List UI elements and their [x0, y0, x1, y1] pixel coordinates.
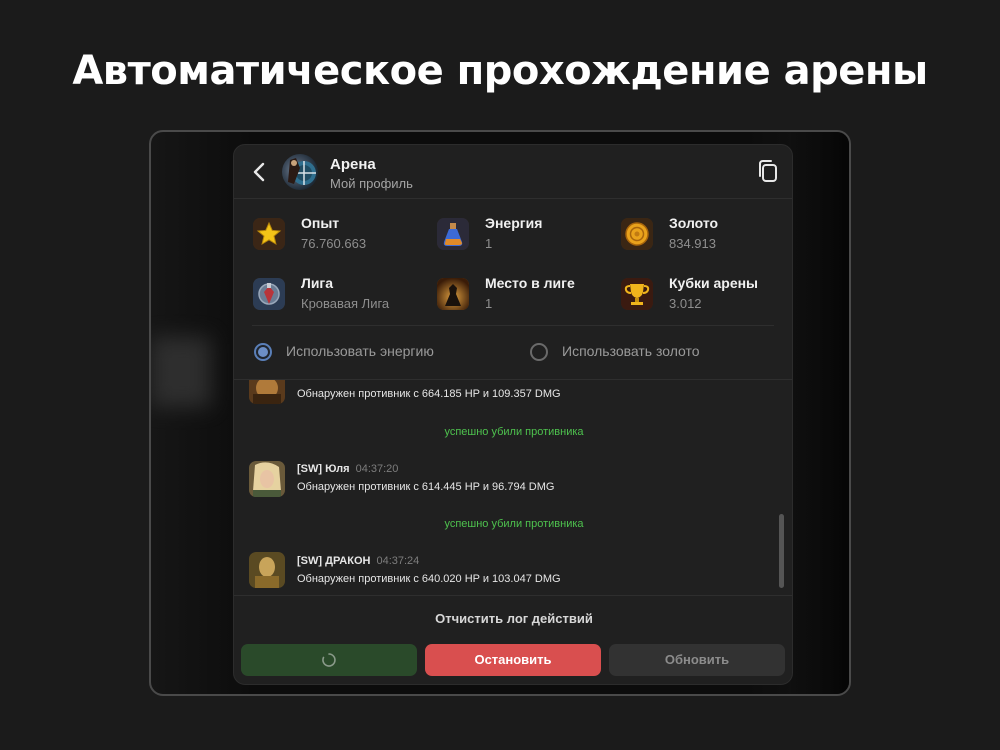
stat-label: Место в лиге — [485, 275, 575, 291]
header-subtitle: Мой профиль — [330, 176, 413, 191]
blurred-background-shade — [789, 132, 849, 694]
log-message: Обнаружен противник с 664.185 HP и 109.3… — [297, 388, 561, 400]
use-energy-label: Использовать энергию — [286, 343, 434, 359]
potion-icon — [437, 218, 469, 250]
stop-button[interactable]: Остановить — [425, 644, 601, 676]
stat-label: Опыт — [301, 215, 340, 231]
stat-value: 834.913 — [669, 236, 716, 251]
league-place-icon — [437, 278, 469, 310]
stat-value: 3.012 — [669, 296, 702, 311]
radio-unselected-icon — [530, 343, 548, 361]
star-icon — [253, 218, 285, 250]
log-author: [SW] ДРАКОН 04:37:24 — [297, 555, 419, 567]
use-energy-option[interactable]: Использовать энергию — [254, 341, 474, 363]
panel-header: Арена Мой профиль — [234, 145, 792, 199]
stat-league: Лига Кровавая Лига — [253, 275, 433, 319]
stat-gold: Золото 834.913 — [621, 215, 792, 259]
arena-avatar — [282, 154, 318, 190]
stat-experience: Опыт 76.760.663 — [253, 215, 433, 259]
clear-log-button[interactable]: Отчистить лог действий — [234, 611, 792, 626]
log-author-name: [SW] ДРАКОН — [297, 555, 371, 567]
stat-label: Лига — [301, 275, 334, 291]
copy-icon[interactable] — [756, 159, 780, 183]
section-divider — [252, 325, 774, 326]
opponent-avatar — [249, 380, 285, 404]
stat-label: Энергия — [485, 215, 543, 231]
stat-label: Золото — [669, 215, 719, 231]
stat-label: Кубки арены — [669, 275, 759, 291]
back-arrow-icon[interactable] — [248, 159, 272, 185]
log-status-success: успешно убили противника — [444, 426, 584, 438]
stat-energy: Энергия 1 — [437, 215, 617, 259]
refresh-button[interactable]: Обновить — [609, 644, 785, 676]
gold-coin-icon — [621, 218, 653, 250]
blurred-background-element — [151, 337, 211, 407]
loading-spinner-icon — [322, 653, 336, 667]
log-status-success: успешно убили противника — [444, 518, 584, 530]
radio-selected-icon — [254, 343, 272, 361]
stat-league-place: Место в лиге 1 — [437, 275, 617, 319]
header-title: Арена — [330, 156, 376, 173]
stat-value: Кровавая Лига — [301, 296, 390, 311]
action-log: Обнаружен противник с 664.185 HP и 109.3… — [234, 379, 792, 596]
log-message: Обнаружен противник с 614.445 HP и 96.79… — [297, 481, 555, 493]
log-author-name: [SW] Юля — [297, 463, 350, 475]
stat-value: 76.760.663 — [301, 236, 367, 251]
use-gold-option[interactable]: Использовать золото — [530, 341, 750, 363]
page-headline: Автоматическое прохождение арены — [72, 48, 928, 94]
stat-arena-cups: Кубки арены 3.012 — [621, 275, 792, 319]
log-message: Обнаружен противник с 640.020 HP и 103.0… — [297, 573, 561, 585]
opponent-avatar — [249, 552, 285, 588]
log-timestamp: 04:37:24 — [376, 555, 420, 567]
stat-value: 1 — [485, 236, 493, 251]
log-timestamp: 04:37:20 — [355, 463, 399, 475]
league-icon — [253, 278, 285, 310]
trophy-icon — [621, 278, 653, 310]
use-gold-label: Использовать золото — [562, 343, 700, 359]
arena-panel: Арена Мой профиль Опыт 76.760.663 Энерги… — [233, 144, 793, 685]
log-author: [SW] Юля 04:37:20 — [297, 463, 398, 475]
log-scrollbar[interactable] — [779, 514, 784, 588]
opponent-avatar — [249, 461, 285, 497]
stat-value: 1 — [485, 296, 493, 311]
start-button[interactable] — [241, 644, 417, 676]
